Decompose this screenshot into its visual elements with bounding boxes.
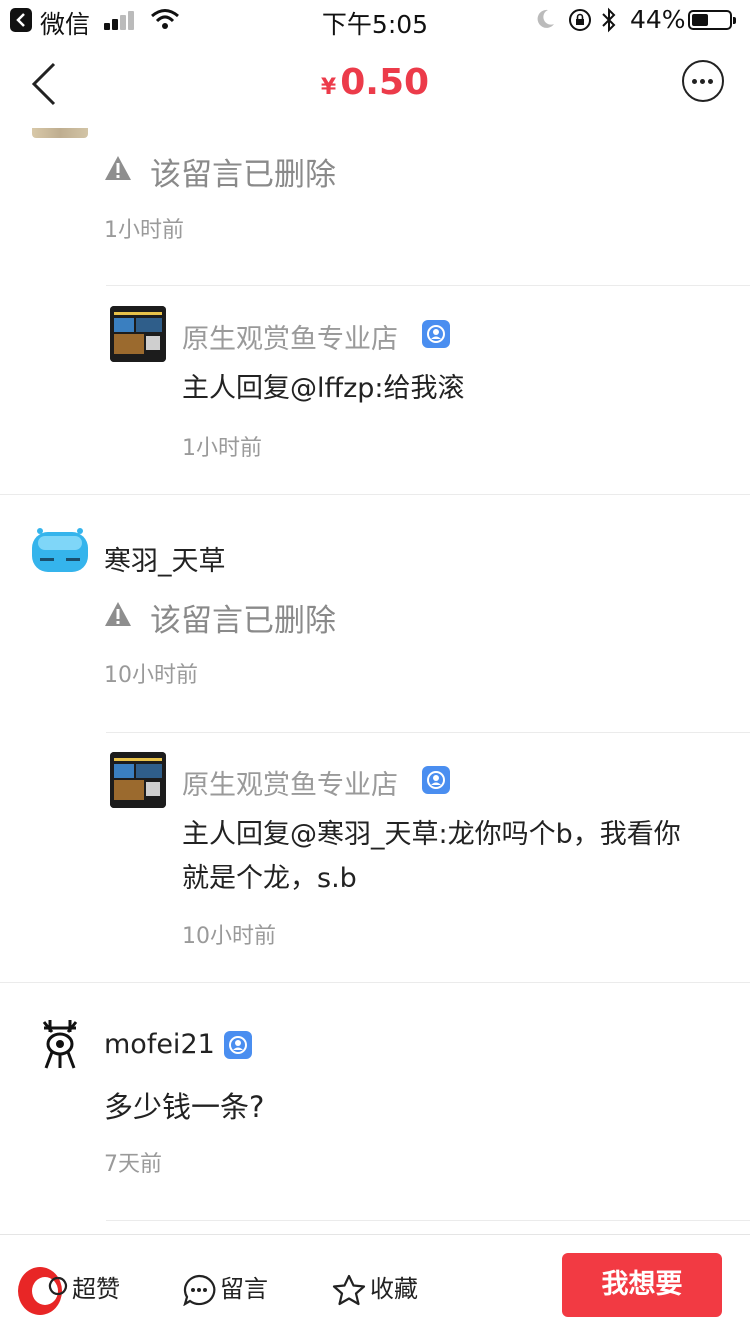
reply-time: 10小时前 — [182, 924, 276, 949]
reply-text-line: 就是个龙，s.b — [182, 863, 357, 894]
shop-name[interactable]: 原生观赏鱼专业店 — [182, 317, 398, 356]
item-price: ¥0.50 — [0, 62, 750, 103]
reply-text: 主人回复@寒羽_天草:龙你吗个b，我看你 就是个龙，s.b — [182, 813, 722, 901]
thumbs-up-icon — [48, 1276, 67, 1296]
comment-bubble-icon — [183, 1274, 216, 1307]
bottom-action-bar: 超赞 留言 收藏 我想要 — [0, 1234, 750, 1335]
comment-label: 留言 — [220, 1275, 268, 1303]
comment-time: 1小时前 — [104, 218, 184, 243]
moon-icon — [537, 9, 554, 28]
deleted-comment-text: 该留言已删除 — [150, 603, 336, 639]
user-avatar[interactable] — [40, 1018, 80, 1070]
currency-symbol: ¥ — [320, 75, 337, 100]
star-icon — [332, 1274, 366, 1306]
shop-name[interactable]: 原生观赏鱼专业店 — [182, 763, 398, 802]
user-name[interactable]: mofei21 — [104, 1029, 215, 1060]
like-label: 超赞 — [72, 1275, 120, 1303]
divider — [106, 285, 750, 286]
reply-text: 主人回复@lffzp:给我滚 — [182, 373, 465, 404]
user-name[interactable]: 寒羽_天草 — [104, 539, 226, 578]
more-options-icon[interactable] — [682, 60, 724, 102]
verified-badge-icon — [422, 766, 450, 794]
rotation-lock-icon — [569, 9, 591, 31]
user-avatar[interactable] — [30, 528, 90, 574]
want-button[interactable]: 我想要 — [562, 1253, 722, 1317]
battery-icon — [688, 10, 736, 30]
reply-time: 1小时前 — [182, 436, 262, 461]
favorite-button[interactable]: 收藏 — [332, 1269, 418, 1306]
status-bar: 微信 下午5:05 44% — [0, 0, 750, 40]
battery-percent: 44% — [630, 5, 686, 34]
comment-time: 7天前 — [104, 1152, 162, 1177]
shop-avatar[interactable] — [110, 306, 166, 362]
favorite-label: 收藏 — [370, 1275, 418, 1303]
comment-text: 多少钱一条? — [104, 1090, 265, 1124]
user-avatar[interactable] — [32, 128, 88, 138]
shop-avatar[interactable] — [110, 752, 166, 808]
deleted-comment-text: 该留言已删除 — [150, 157, 336, 193]
divider — [0, 494, 750, 495]
like-button[interactable]: 超赞 — [48, 1269, 120, 1304]
divider — [106, 732, 750, 733]
comment-button[interactable]: 留言 — [182, 1269, 268, 1307]
divider — [0, 982, 750, 983]
reply-text-line: 主人回复@寒羽_天草:龙你吗个b，我看你 — [182, 819, 681, 850]
verified-badge-icon — [224, 1031, 252, 1059]
bluetooth-icon — [602, 7, 616, 33]
verified-badge-icon — [422, 320, 450, 348]
comment-time: 10小时前 — [104, 663, 198, 688]
price-value: 0.50 — [340, 62, 430, 103]
nav-bar: ¥0.50 — [0, 40, 750, 128]
warning-icon — [105, 602, 131, 626]
divider — [106, 1220, 750, 1221]
warning-icon — [105, 156, 131, 180]
comment-thread: 该留言已删除 1小时前 原生观赏鱼专业店 主人回复@lffzp:给我滚 1小时前… — [0, 128, 750, 1234]
